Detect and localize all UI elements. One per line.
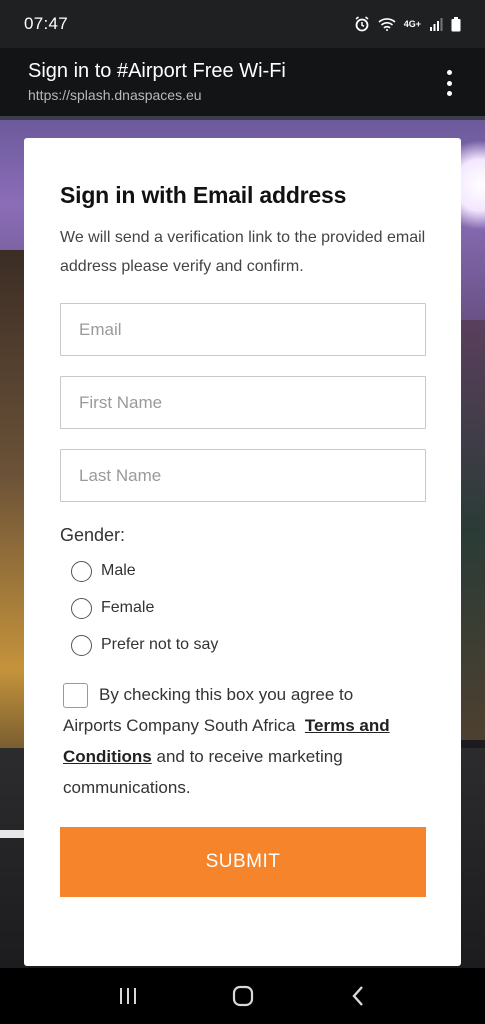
gender-option-female[interactable]: Female	[71, 597, 426, 619]
last-name-field-wrap	[60, 449, 426, 502]
consent-line-2: Airports Company South Africa Terms and …	[63, 710, 424, 803]
wifi-icon	[378, 17, 396, 31]
consent-checkbox[interactable]	[63, 683, 88, 708]
road-marking	[0, 830, 26, 838]
radio-label-male: Male	[101, 562, 136, 579]
radio-label-prefer-not: Prefer not to say	[101, 636, 219, 653]
first-name-input[interactable]	[60, 376, 426, 429]
recent-apps-icon	[119, 988, 136, 1004]
email-field-wrap	[60, 303, 426, 356]
back-icon	[351, 986, 363, 1006]
gender-radio-group: Male Female Prefer not to say	[60, 560, 426, 656]
more-vertical-icon	[446, 70, 452, 75]
signin-card: Sign in with Email address We will send …	[24, 138, 461, 966]
gender-option-prefer-not[interactable]: Prefer not to say	[71, 634, 426, 656]
radio-male[interactable]	[71, 560, 92, 582]
gender-option-male[interactable]: Male	[71, 560, 426, 582]
battery-icon	[451, 16, 461, 32]
consent-company: Airports Company South Africa	[63, 716, 296, 735]
building-right	[459, 320, 485, 740]
form-description: We will send a verification link to the …	[60, 229, 426, 275]
radio-label-female: Female	[101, 599, 155, 616]
submit-button[interactable]: SUBMIT	[60, 827, 426, 897]
first-name-field-wrap	[60, 376, 426, 429]
back-button[interactable]	[338, 976, 378, 1016]
status-time: 07:47	[24, 14, 69, 33]
radio-prefer-not[interactable]	[71, 634, 92, 656]
alarm-icon	[354, 16, 370, 32]
last-name-input[interactable]	[60, 449, 426, 502]
home-button[interactable]	[223, 976, 263, 1016]
form-title: Sign in with Email address	[60, 182, 347, 208]
android-nav-bar	[0, 968, 485, 1024]
more-options-button[interactable]	[441, 70, 457, 96]
status-icons: 4G+	[354, 16, 461, 32]
signal-icon	[429, 17, 443, 31]
consent-row: By checking this box you agree to Airpor…	[60, 682, 426, 803]
status-bar: 07:47 4G+	[0, 0, 485, 48]
gender-label: Gender:	[60, 525, 126, 545]
consent-text-before: By checking this box you agree to	[99, 685, 354, 704]
email-input[interactable]	[60, 303, 426, 356]
home-icon	[232, 985, 253, 1007]
radio-female[interactable]	[71, 597, 92, 619]
network-type-label: 4G+	[403, 19, 421, 29]
browser-header: Sign in to #Airport Free Wi-Fi https://s…	[0, 48, 485, 116]
page-url: https://splash.dnaspaces.eu	[28, 87, 202, 103]
page-title: Sign in to #Airport Free Wi-Fi	[28, 60, 286, 82]
consent-text: By checking this box you agree to Airpor…	[63, 679, 424, 803]
recent-apps-button[interactable]	[108, 976, 148, 1016]
